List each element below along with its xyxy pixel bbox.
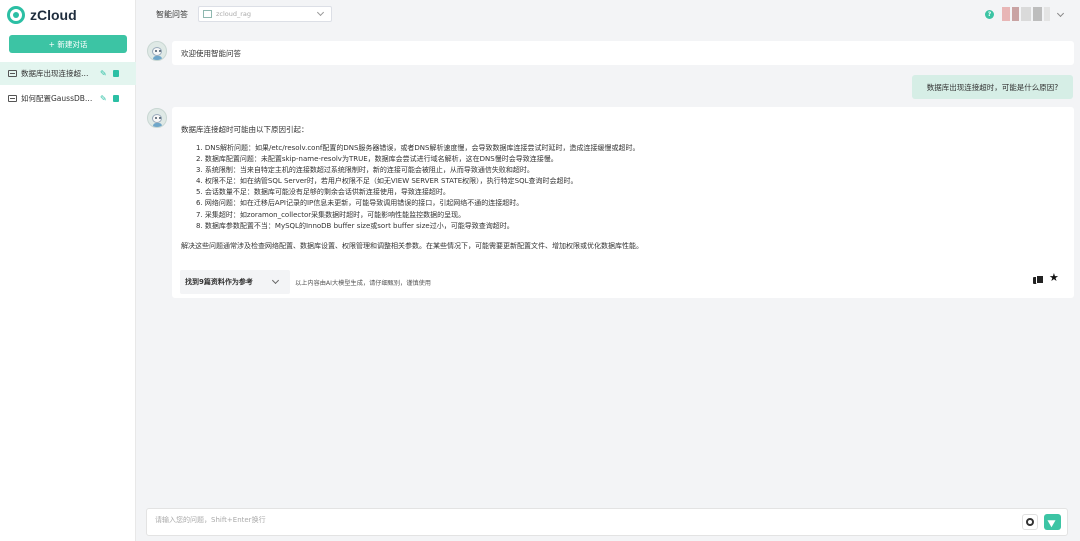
chat-icon — [8, 95, 17, 102]
conversation-label: 数据库出现连接超时，可能是什么原因? — [21, 69, 93, 78]
user-avatar[interactable] — [1002, 7, 1050, 21]
answer-list: 1. DNS解析问题：如果/etc/resolv.conf配置的DNS服务器错误… — [196, 143, 640, 232]
sidebar: zCloud + 新建对话 数据库出现连接超时，可能是什么原因? ✎ 如何配置G… — [0, 0, 136, 541]
conversation-label: 如何配置GaussDB数据库? — [21, 94, 93, 103]
user-message: 数据库出现连接超时，可能是什么原因? — [912, 75, 1073, 99]
app-logo[interactable]: zCloud — [7, 5, 77, 25]
conversation-item-active[interactable]: 数据库出现连接超时，可能是什么原因? ✎ — [0, 62, 136, 85]
chat-icon — [8, 70, 17, 77]
database-icon — [203, 10, 212, 18]
edit-icon[interactable]: ✎ — [100, 94, 108, 103]
answer-item: 2. 数据库配置问题：未配置skip-name-resolv为TRUE，数据库会… — [196, 155, 558, 164]
avatar-pixel — [1044, 7, 1050, 21]
chevron-down-icon — [316, 8, 325, 17]
new-chat-button[interactable]: + 新建对话 — [9, 35, 127, 53]
answer-summary: 解决这些问题通常涉及检查网络配置、数据库设置、权限管理和调整相关参数。在某些情况… — [181, 242, 643, 250]
conversation-item[interactable]: 如何配置GaussDB数据库? ✎ — [0, 87, 136, 110]
knowledge-base-value: zcloud_rag — [216, 10, 252, 18]
top-header: 智能问答 zcloud_rag ? — [136, 0, 1080, 30]
answer-item: 7. 采集超时：如zoramon_collector采集数据时超时，可能影响性能… — [196, 210, 466, 219]
copy-icon[interactable] — [1033, 275, 1044, 284]
robot-eye — [159, 50, 161, 52]
assistant-avatar — [147, 108, 167, 128]
edit-icon[interactable]: ✎ — [100, 69, 108, 78]
chevron-down-icon — [271, 276, 280, 285]
knowledge-toggle-button[interactable] — [1022, 514, 1038, 530]
references-label: 找到9篇资料作为参考 — [185, 278, 253, 286]
references-dropdown[interactable]: 找到9篇资料作为参考 — [180, 270, 290, 294]
avatar-pixel — [1021, 7, 1031, 21]
robot-eye — [155, 117, 157, 119]
robot-eye — [155, 50, 157, 52]
knowledge-base-select[interactable]: zcloud_rag — [198, 6, 332, 22]
answer-item: 5. 会话数量不足：数据库可能没有足够的剩余会话供新连接使用，导致连接超时。 — [196, 188, 450, 197]
answer-item: 1. DNS解析问题：如果/etc/resolv.conf配置的DNS服务器错误… — [196, 144, 640, 152]
answer-intro: 数据库连接超时可能由以下原因引起： — [181, 125, 309, 134]
ai-disclaimer: 以上内容由AI大模型生成，请仔细甄别，谨慎使用 — [295, 280, 431, 287]
answer-item: 8. 数据库参数配置不当：MySQL的InnoDB buffer size或so… — [196, 221, 514, 230]
assistant-answer: 数据库连接超时可能由以下原因引起： 1. DNS解析问题：如果/etc/reso… — [172, 107, 1074, 298]
user-menu-chevron-icon[interactable] — [1056, 9, 1065, 18]
chat-input[interactable] — [155, 512, 995, 528]
star-icon[interactable]: ★ — [1049, 272, 1059, 284]
robot-body — [153, 123, 162, 127]
send-button[interactable] — [1044, 514, 1061, 530]
delete-icon[interactable] — [113, 70, 119, 77]
app-name: zCloud — [30, 7, 77, 23]
greeting-message: 欢迎使用智能问答 — [172, 41, 1074, 65]
answer-item: 6. 网络问题：如在迁移后API记录的IP信息未更新，可能导致调用错误的接口，引… — [196, 199, 524, 208]
robot-body — [153, 56, 162, 60]
help-icon[interactable]: ? — [985, 10, 994, 19]
chat-input-box — [146, 508, 1068, 536]
answer-item: 4. 权限不足：如在纳管SQL Server时，若用户权限不足（如无VIEW S… — [196, 177, 578, 186]
avatar-pixel — [1002, 7, 1010, 21]
answer-item: 3. 系统限制：当来自特定主机的连接数超过系统限制时，新的连接可能会被阻止，从而… — [196, 166, 534, 175]
robot-eye — [159, 117, 161, 119]
assistant-avatar — [147, 41, 167, 61]
page-title: 智能问答 — [156, 10, 188, 19]
layers-icon — [1026, 518, 1034, 526]
send-icon — [1047, 516, 1058, 528]
avatar-pixel — [1012, 7, 1019, 21]
delete-icon[interactable] — [113, 95, 119, 102]
avatar-pixel — [1033, 7, 1042, 21]
zcloud-logo-icon — [7, 6, 25, 24]
